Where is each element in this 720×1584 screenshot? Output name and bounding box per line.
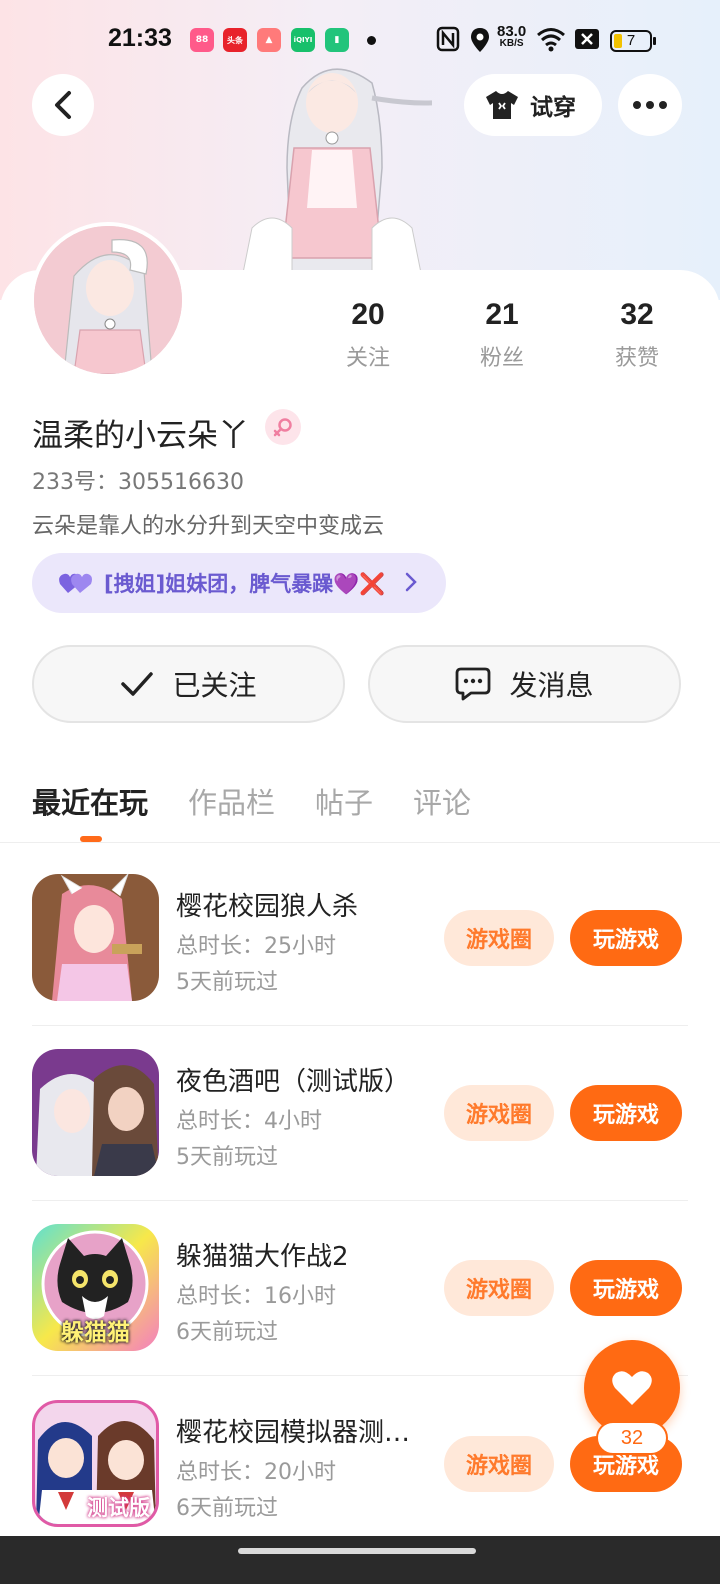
list-item[interactable]: 夜色酒吧（测试版） 总时长：4小时 5天前玩过 游戏圈 玩游戏 xyxy=(32,1049,682,1177)
play-game-button[interactable]: 玩游戏 xyxy=(570,1260,682,1316)
status-bar: 21:33 88 头条 ▲ iQIYI ▮ 83.0 KB/S 7 xyxy=(0,18,720,62)
battery-app-notification-icon: ▮ xyxy=(325,28,349,52)
game-name: 樱花校园狼人杀 xyxy=(176,892,359,922)
wifi-icon xyxy=(537,28,565,52)
tshirt-icon xyxy=(486,91,518,119)
status-time: 21:33 xyxy=(108,24,172,52)
following-stat[interactable]: 20 关注 xyxy=(318,298,418,372)
avatar-image xyxy=(34,226,182,374)
send-message-button[interactable]: 发消息 xyxy=(368,645,681,723)
more-dot-icon xyxy=(633,101,641,109)
network-speed-value: 83.0 xyxy=(497,23,527,40)
following-count: 20 xyxy=(351,298,385,331)
followers-count: 21 xyxy=(485,298,519,331)
game-icon-hide-and-seek-cat: 躲猫猫 xyxy=(32,1224,159,1351)
likes-stat[interactable]: 32 获赞 xyxy=(587,298,687,372)
character-figure xyxy=(241,68,432,288)
game-icon-night-bar xyxy=(32,1049,159,1176)
more-options-button[interactable] xyxy=(618,74,682,136)
following-label: 关注 xyxy=(345,346,390,371)
chevron-right-icon xyxy=(405,572,417,592)
user-id: 233号：305516630 xyxy=(32,470,244,495)
likes-count: 32 xyxy=(620,298,654,331)
game-icon-werewolf xyxy=(32,874,159,1001)
followed-label: 已关注 xyxy=(172,669,257,702)
likes-label: 获赞 xyxy=(614,346,659,371)
iqiyi-notification-icon: iQIYI xyxy=(291,28,315,52)
game-last-played: 5天前玩过 xyxy=(176,970,278,995)
back-button[interactable] xyxy=(32,74,94,136)
tabs-divider xyxy=(0,842,720,843)
avatar[interactable] xyxy=(30,222,186,378)
back-arrow-icon xyxy=(55,91,71,119)
game-icon-caption: 躲猫猫 xyxy=(61,1320,130,1346)
tab-works[interactable]: 作品栏 xyxy=(188,780,275,824)
play-game-button[interactable]: 玩游戏 xyxy=(570,910,682,966)
game-last-played: 5天前玩过 xyxy=(176,1145,278,1170)
game-name: 樱花校园模拟器测… xyxy=(176,1418,411,1448)
try-on-button[interactable]: 试穿 xyxy=(464,74,602,136)
list-item[interactable]: 测试版 樱花校园模拟器测… 总时长：20小时 6天前玩过 游戏圈 玩游戏 xyxy=(32,1400,682,1528)
tab-recently-played[interactable]: 最近在玩 xyxy=(32,780,148,824)
tab-posts[interactable]: 帖子 xyxy=(315,780,373,824)
battery-icon: 7 xyxy=(610,30,656,52)
group-tag-button[interactable]: [拽姐]姐妹团，脾气暴躁💜❌ xyxy=(32,553,446,613)
game-icon-sakura-school: 测试版 xyxy=(32,1400,159,1527)
profile-tabs: 最近在玩 作品栏 帖子 评论 xyxy=(32,780,471,824)
sim-disabled-icon xyxy=(575,29,599,49)
game-name: 躲猫猫大作战2 xyxy=(176,1242,349,1272)
game-last-played: 6天前玩过 xyxy=(176,1496,278,1521)
list-item[interactable]: 躲猫猫 躲猫猫大作战2 总时长：16小时 6天前玩过 游戏圈 玩游戏 xyxy=(32,1224,682,1352)
network-speed: 83.0 KB/S xyxy=(497,23,527,50)
home-indicator[interactable] xyxy=(238,1548,476,1554)
followers-label: 粉丝 xyxy=(479,346,524,371)
network-speed-unit: KB/S xyxy=(499,38,524,49)
female-gender-icon xyxy=(265,409,301,445)
game-circle-button[interactable]: 游戏圈 xyxy=(444,910,554,966)
more-dot-icon xyxy=(659,101,667,109)
heart-icon xyxy=(612,1371,652,1405)
heart-group-icon xyxy=(59,573,92,593)
send-message-label: 发消息 xyxy=(509,669,594,702)
game-icon-caption: 测试版 xyxy=(87,1496,150,1520)
row-divider xyxy=(32,1200,688,1201)
group-tag-label: [拽姐]姐妹团，脾气暴躁💜❌ xyxy=(104,572,386,596)
user-bio: 云朵是靠人的水分升到天空中变成云 xyxy=(32,514,385,539)
tab-comments[interactable]: 评论 xyxy=(413,780,471,824)
game-circle-button[interactable]: 游戏圈 xyxy=(444,1260,554,1316)
game-notification-icon: ▲ xyxy=(257,28,281,52)
game-circle-button[interactable]: 游戏圈 xyxy=(444,1085,554,1141)
system-navigation-bar xyxy=(0,1536,720,1584)
play-game-button[interactable]: 玩游戏 xyxy=(570,1085,682,1141)
more-notifications-dot-icon xyxy=(367,36,376,45)
game-duration: 总时长：16小时 xyxy=(176,1284,336,1309)
game-name: 夜色酒吧（测试版） xyxy=(176,1067,411,1097)
app-notification-icon: 88 xyxy=(190,28,214,52)
game-duration: 总时长：20小时 xyxy=(176,1460,336,1485)
user-nickname: 温柔的小云朵丫 xyxy=(32,418,249,454)
checkmark-icon xyxy=(121,672,154,696)
toutiao-notification-icon: 头条 xyxy=(223,28,247,52)
followed-button[interactable]: 已关注 xyxy=(32,645,345,723)
battery-level: 7 xyxy=(626,32,636,49)
row-divider xyxy=(32,1025,688,1026)
nfc-icon xyxy=(436,26,460,52)
location-icon xyxy=(471,28,489,52)
list-item[interactable]: 樱花校园狼人杀 总时长：25小时 5天前玩过 游戏圈 玩游戏 xyxy=(32,874,682,1002)
game-circle-button[interactable]: 游戏圈 xyxy=(444,1436,554,1492)
game-duration: 总时长：25小时 xyxy=(176,934,336,959)
try-on-label: 试穿 xyxy=(530,95,576,121)
like-count: 32 xyxy=(596,1421,668,1455)
more-dot-icon xyxy=(646,101,654,109)
chat-bubble-icon xyxy=(456,667,491,701)
game-duration: 总时长：4小时 xyxy=(176,1109,322,1134)
game-last-played: 6天前玩过 xyxy=(176,1320,278,1345)
followers-stat[interactable]: 21 粉丝 xyxy=(452,298,552,372)
